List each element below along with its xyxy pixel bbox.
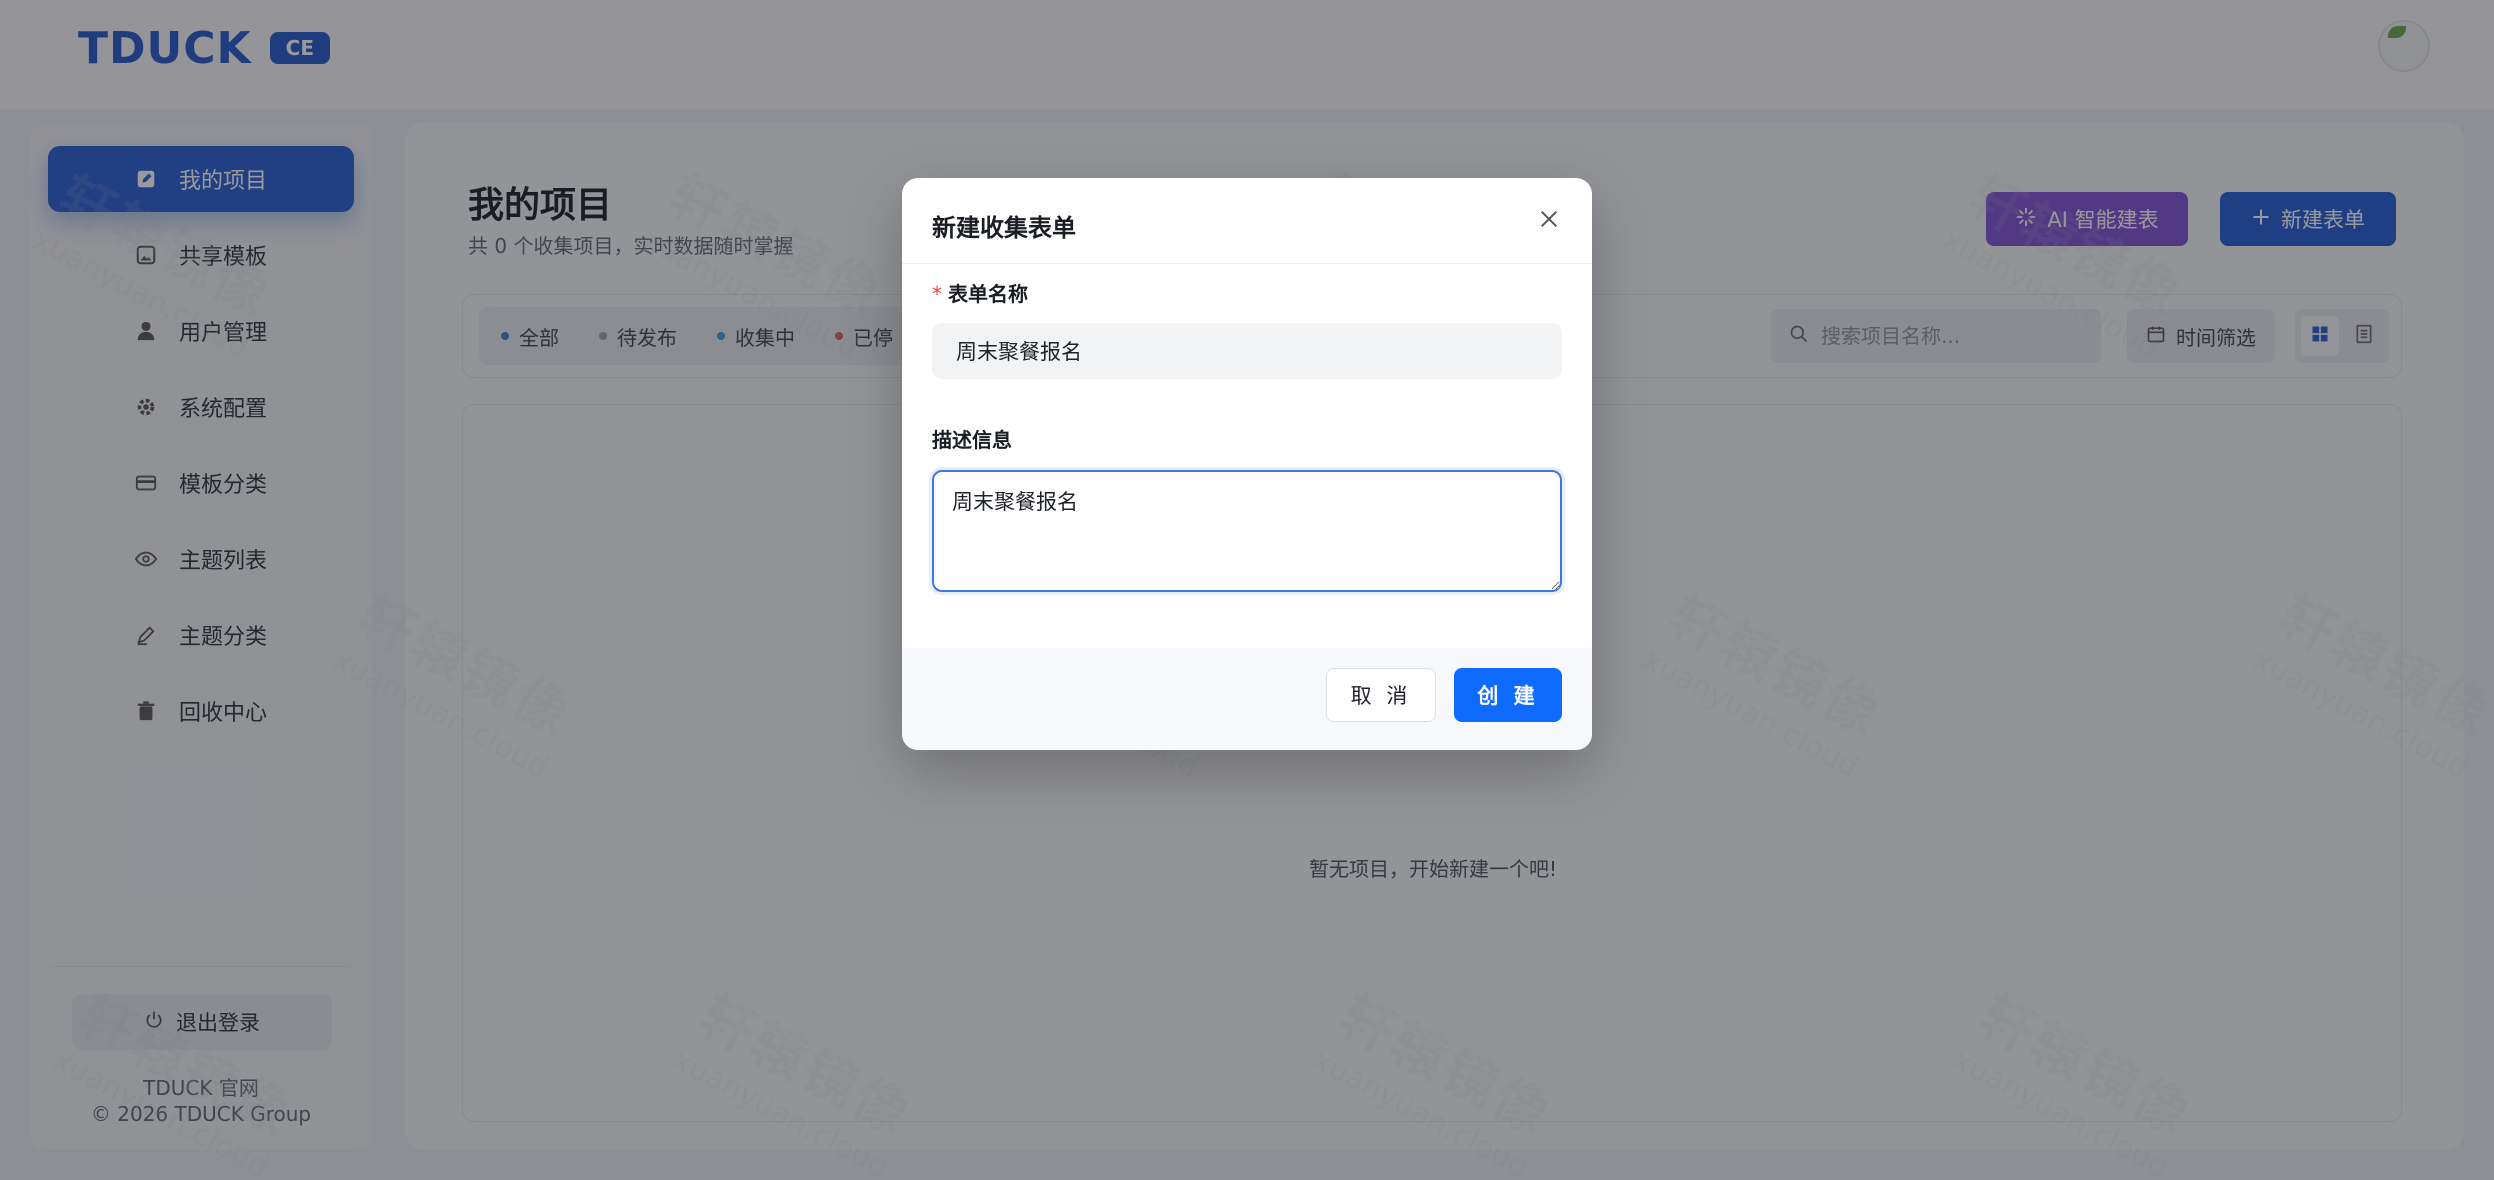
new-form-dialog: 新建收集表单 *表单名称 描述信息 周末聚餐报名 取 消 创 建 bbox=[902, 178, 1592, 750]
dialog-footer: 取 消 创 建 bbox=[902, 648, 1592, 750]
form-name-label-text: 表单名称 bbox=[948, 282, 1028, 306]
close-icon bbox=[1538, 208, 1560, 234]
form-name-input[interactable] bbox=[932, 323, 1562, 379]
description-textarea[interactable]: 周末聚餐报名 bbox=[932, 470, 1562, 592]
dialog-title: 新建收集表单 bbox=[932, 214, 1076, 242]
dialog-header: 新建收集表单 bbox=[902, 178, 1592, 264]
description-label: 描述信息 bbox=[932, 428, 1012, 452]
cancel-button[interactable]: 取 消 bbox=[1326, 668, 1436, 722]
required-mark: * bbox=[932, 282, 942, 306]
close-button[interactable] bbox=[1536, 208, 1562, 234]
form-name-label: * 表单名称 bbox=[932, 278, 1028, 307]
create-button[interactable]: 创 建 bbox=[1454, 668, 1562, 722]
